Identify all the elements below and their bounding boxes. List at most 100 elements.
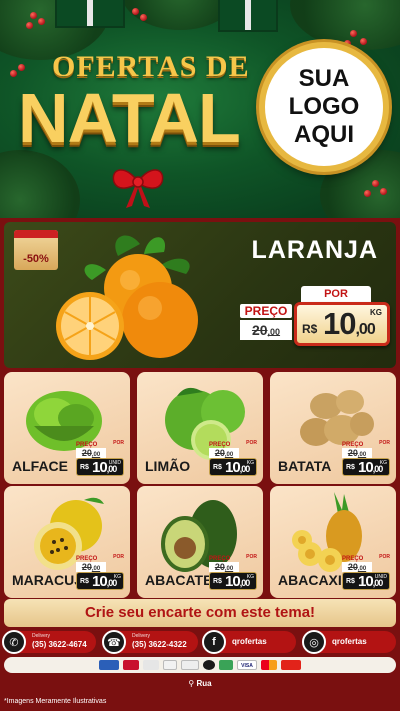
featured-currency: R$ xyxy=(302,322,318,336)
product-card: MARACUJÁ PREÇO 20,00 POR R$ 10,00 KG xyxy=(4,486,130,598)
product-new-price: R$ 10,00 UNID xyxy=(76,458,124,476)
facebook-icon: f xyxy=(202,630,226,654)
product-por-label: POR xyxy=(113,554,124,560)
product-currency: R$ xyxy=(213,464,222,471)
product-unit: UNID xyxy=(108,460,121,466)
facebook-contact[interactable]: f qrofertas xyxy=(202,630,296,654)
store-logo-placeholder: SUA LOGO AQUI xyxy=(259,42,389,172)
product-new-price-value: 10,00 xyxy=(225,573,250,590)
featured-old-price-int: 20 xyxy=(251,322,268,338)
featured-unit: KG xyxy=(370,308,382,317)
logo-line-1: SUA xyxy=(298,65,350,92)
product-new-price: R$ 10,00 KG xyxy=(76,572,124,590)
product-new-price: R$ 10,00 KG xyxy=(342,458,390,476)
featured-preco-label: PREÇO xyxy=(240,304,292,318)
product-old-price: 20,00 xyxy=(342,562,372,572)
ribbon-bow-icon xyxy=(112,169,164,208)
promo-title: OFERTAS DE NATAL xyxy=(8,50,258,208)
product-new-price-int: 10 xyxy=(92,573,108,590)
product-new-price: R$ 10,00 KG xyxy=(209,458,257,476)
product-unit: KG xyxy=(379,460,387,466)
product-currency: R$ xyxy=(80,464,89,471)
product-new-price-int: 10 xyxy=(358,573,374,590)
whatsapp-number: (35) 3622-4674 xyxy=(32,640,87,649)
product-card: ABACATE PREÇO 20,00 POR R$ 10,00 KG xyxy=(137,486,263,598)
header-banner: OFERTAS DE NATAL SUA LOGO AQUI xyxy=(0,0,400,218)
product-currency: R$ xyxy=(213,578,222,585)
product-old-price-int: 20 xyxy=(81,562,92,572)
card-icon xyxy=(181,660,199,670)
product-name: BATATA xyxy=(278,458,332,474)
card-icon xyxy=(281,660,301,670)
product-currency: R$ xyxy=(346,464,355,471)
product-new-price-int: 10 xyxy=(225,573,241,590)
product-price-tag: PREÇO 20,00 POR R$ 10,00 KG xyxy=(342,440,390,476)
featured-new-price-dec: ,00 xyxy=(355,321,375,338)
card-icon xyxy=(99,660,119,670)
product-price-tag: PREÇO 20,00 POR R$ 10,00 KG xyxy=(209,440,257,476)
product-price-tag: PREÇO 20,00 POR R$ 10,00 KG xyxy=(209,554,257,590)
product-price-tag: PREÇO 20,00 POR R$ 10,00 KG xyxy=(76,554,124,590)
product-name: ABACAXI xyxy=(278,572,342,588)
product-old-price-int: 20 xyxy=(214,448,225,458)
product-por-label: POR xyxy=(246,554,257,560)
whatsapp-contact[interactable]: ✆ Delivery (35) 3622-4674 xyxy=(2,630,96,654)
product-old-price-int: 20 xyxy=(347,448,358,458)
product-old-price-int: 20 xyxy=(214,562,225,572)
product-unit: UNID xyxy=(374,574,387,580)
contacts-bar: ✆ Delivery (35) 3622-4674 ☎ Delivery (35… xyxy=(0,629,400,655)
featured-new-price: R$ 10,00 KG xyxy=(294,302,390,346)
product-new-price-value: 10,00 xyxy=(225,459,250,476)
product-new-price-int: 10 xyxy=(358,459,374,476)
address-text: Rua xyxy=(196,679,212,688)
product-por-label: POR xyxy=(379,554,390,560)
cta-banner[interactable]: Crie seu encarte com este tema! xyxy=(4,599,396,627)
featured-por-label: POR xyxy=(301,286,371,302)
card-icon xyxy=(143,660,159,670)
product-new-price-int: 10 xyxy=(225,459,241,476)
featured-product-name: LARANJA xyxy=(251,236,378,264)
featured-new-price-int: 10 xyxy=(323,306,356,341)
card-icon xyxy=(219,660,233,670)
product-new-price: R$ 10,00 UNID xyxy=(342,572,390,590)
product-name: LIMÃO xyxy=(145,458,191,474)
facebook-handle: qrofertas xyxy=(232,637,267,646)
product-por-label: POR xyxy=(379,440,390,446)
disclaimer-note: *Imagens Meramente Ilustrativas xyxy=(4,698,107,705)
product-price-tag: PREÇO 20,00 POR R$ 10,00 UNID xyxy=(76,440,124,476)
product-card: ALFACE PREÇO 20,00 POR R$ 10,00 UNID xyxy=(4,372,130,484)
product-old-price: 20,00 xyxy=(342,448,372,458)
product-new-price-value: 10,00 xyxy=(358,459,383,476)
product-new-price: R$ 10,00 KG xyxy=(209,572,257,590)
product-old-price: 20,00 xyxy=(209,448,239,458)
visa-icon: VISA xyxy=(237,660,257,670)
logo-line-3: AQUI xyxy=(294,121,354,148)
product-old-price: 20,00 xyxy=(209,562,239,572)
phone-label: Delivery xyxy=(132,633,151,639)
product-old-price: 20,00 xyxy=(76,448,106,458)
product-new-price-int: 10 xyxy=(92,459,108,476)
product-card: BATATA PREÇO 20,00 POR R$ 10,00 KG xyxy=(270,372,396,484)
payment-methods: VISA xyxy=(4,657,396,673)
instagram-handle: qrofertas xyxy=(332,637,367,646)
title-big: NATAL xyxy=(18,79,241,157)
product-unit: KG xyxy=(246,460,254,466)
logo-line-2: LOGO xyxy=(288,93,360,120)
phone-contact[interactable]: ☎ Delivery (35) 3622-4322 xyxy=(102,630,198,654)
featured-old-price: 20,00 xyxy=(240,320,292,340)
phone-icon: ☎ xyxy=(102,630,126,654)
elo-icon xyxy=(203,660,215,670)
orange-image xyxy=(56,235,198,360)
instagram-contact[interactable]: ◎ qrofertas xyxy=(302,630,396,654)
product-price-tag: PREÇO 20,00 POR R$ 10,00 UNID xyxy=(342,554,390,590)
featured-new-price-value: 10,00 xyxy=(323,306,376,342)
product-old-price-int: 20 xyxy=(347,562,358,572)
product-old-price: 20,00 xyxy=(76,562,106,572)
product-name: ABACATE xyxy=(145,572,213,588)
product-por-label: POR xyxy=(246,440,257,446)
product-currency: R$ xyxy=(346,578,355,585)
featured-old-price-dec: ,00 xyxy=(267,327,281,337)
card-icon xyxy=(123,660,139,670)
product-unit: KG xyxy=(246,574,254,580)
whatsapp-icon: ✆ xyxy=(2,630,26,654)
